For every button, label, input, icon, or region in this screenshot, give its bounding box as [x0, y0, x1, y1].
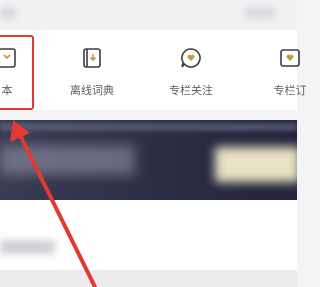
column-subscribe-icon: [280, 49, 300, 67]
dictionary-icon: [83, 48, 101, 68]
top-strip: [0, 0, 297, 30]
quick-access-bar: 本 离线词典 专栏关注 专栏订: [0, 30, 307, 110]
nav-label: 离线词典: [70, 84, 114, 97]
content-section: [0, 200, 297, 287]
heart-chat-icon: [181, 48, 201, 68]
blurred-content: [0, 240, 55, 254]
nav-item-column-follow[interactable]: 专栏关注: [151, 30, 231, 110]
highlight-box: [0, 35, 34, 110]
nav-label: 专栏关注: [169, 84, 213, 97]
banner-decoration: [0, 123, 297, 131]
blurred-content: [0, 7, 16, 19]
blurred-content: [0, 270, 297, 287]
promo-banner[interactable]: [0, 120, 297, 200]
blurred-content: [245, 7, 275, 19]
blurred-banner-text: [0, 145, 135, 175]
nav-item-column-subscribe[interactable]: 专栏订: [250, 30, 320, 110]
nav-label: 专栏订: [273, 84, 307, 97]
blurred-banner-button: [215, 147, 297, 182]
nav-item-offline-dictionary[interactable]: 离线词典: [52, 30, 132, 110]
